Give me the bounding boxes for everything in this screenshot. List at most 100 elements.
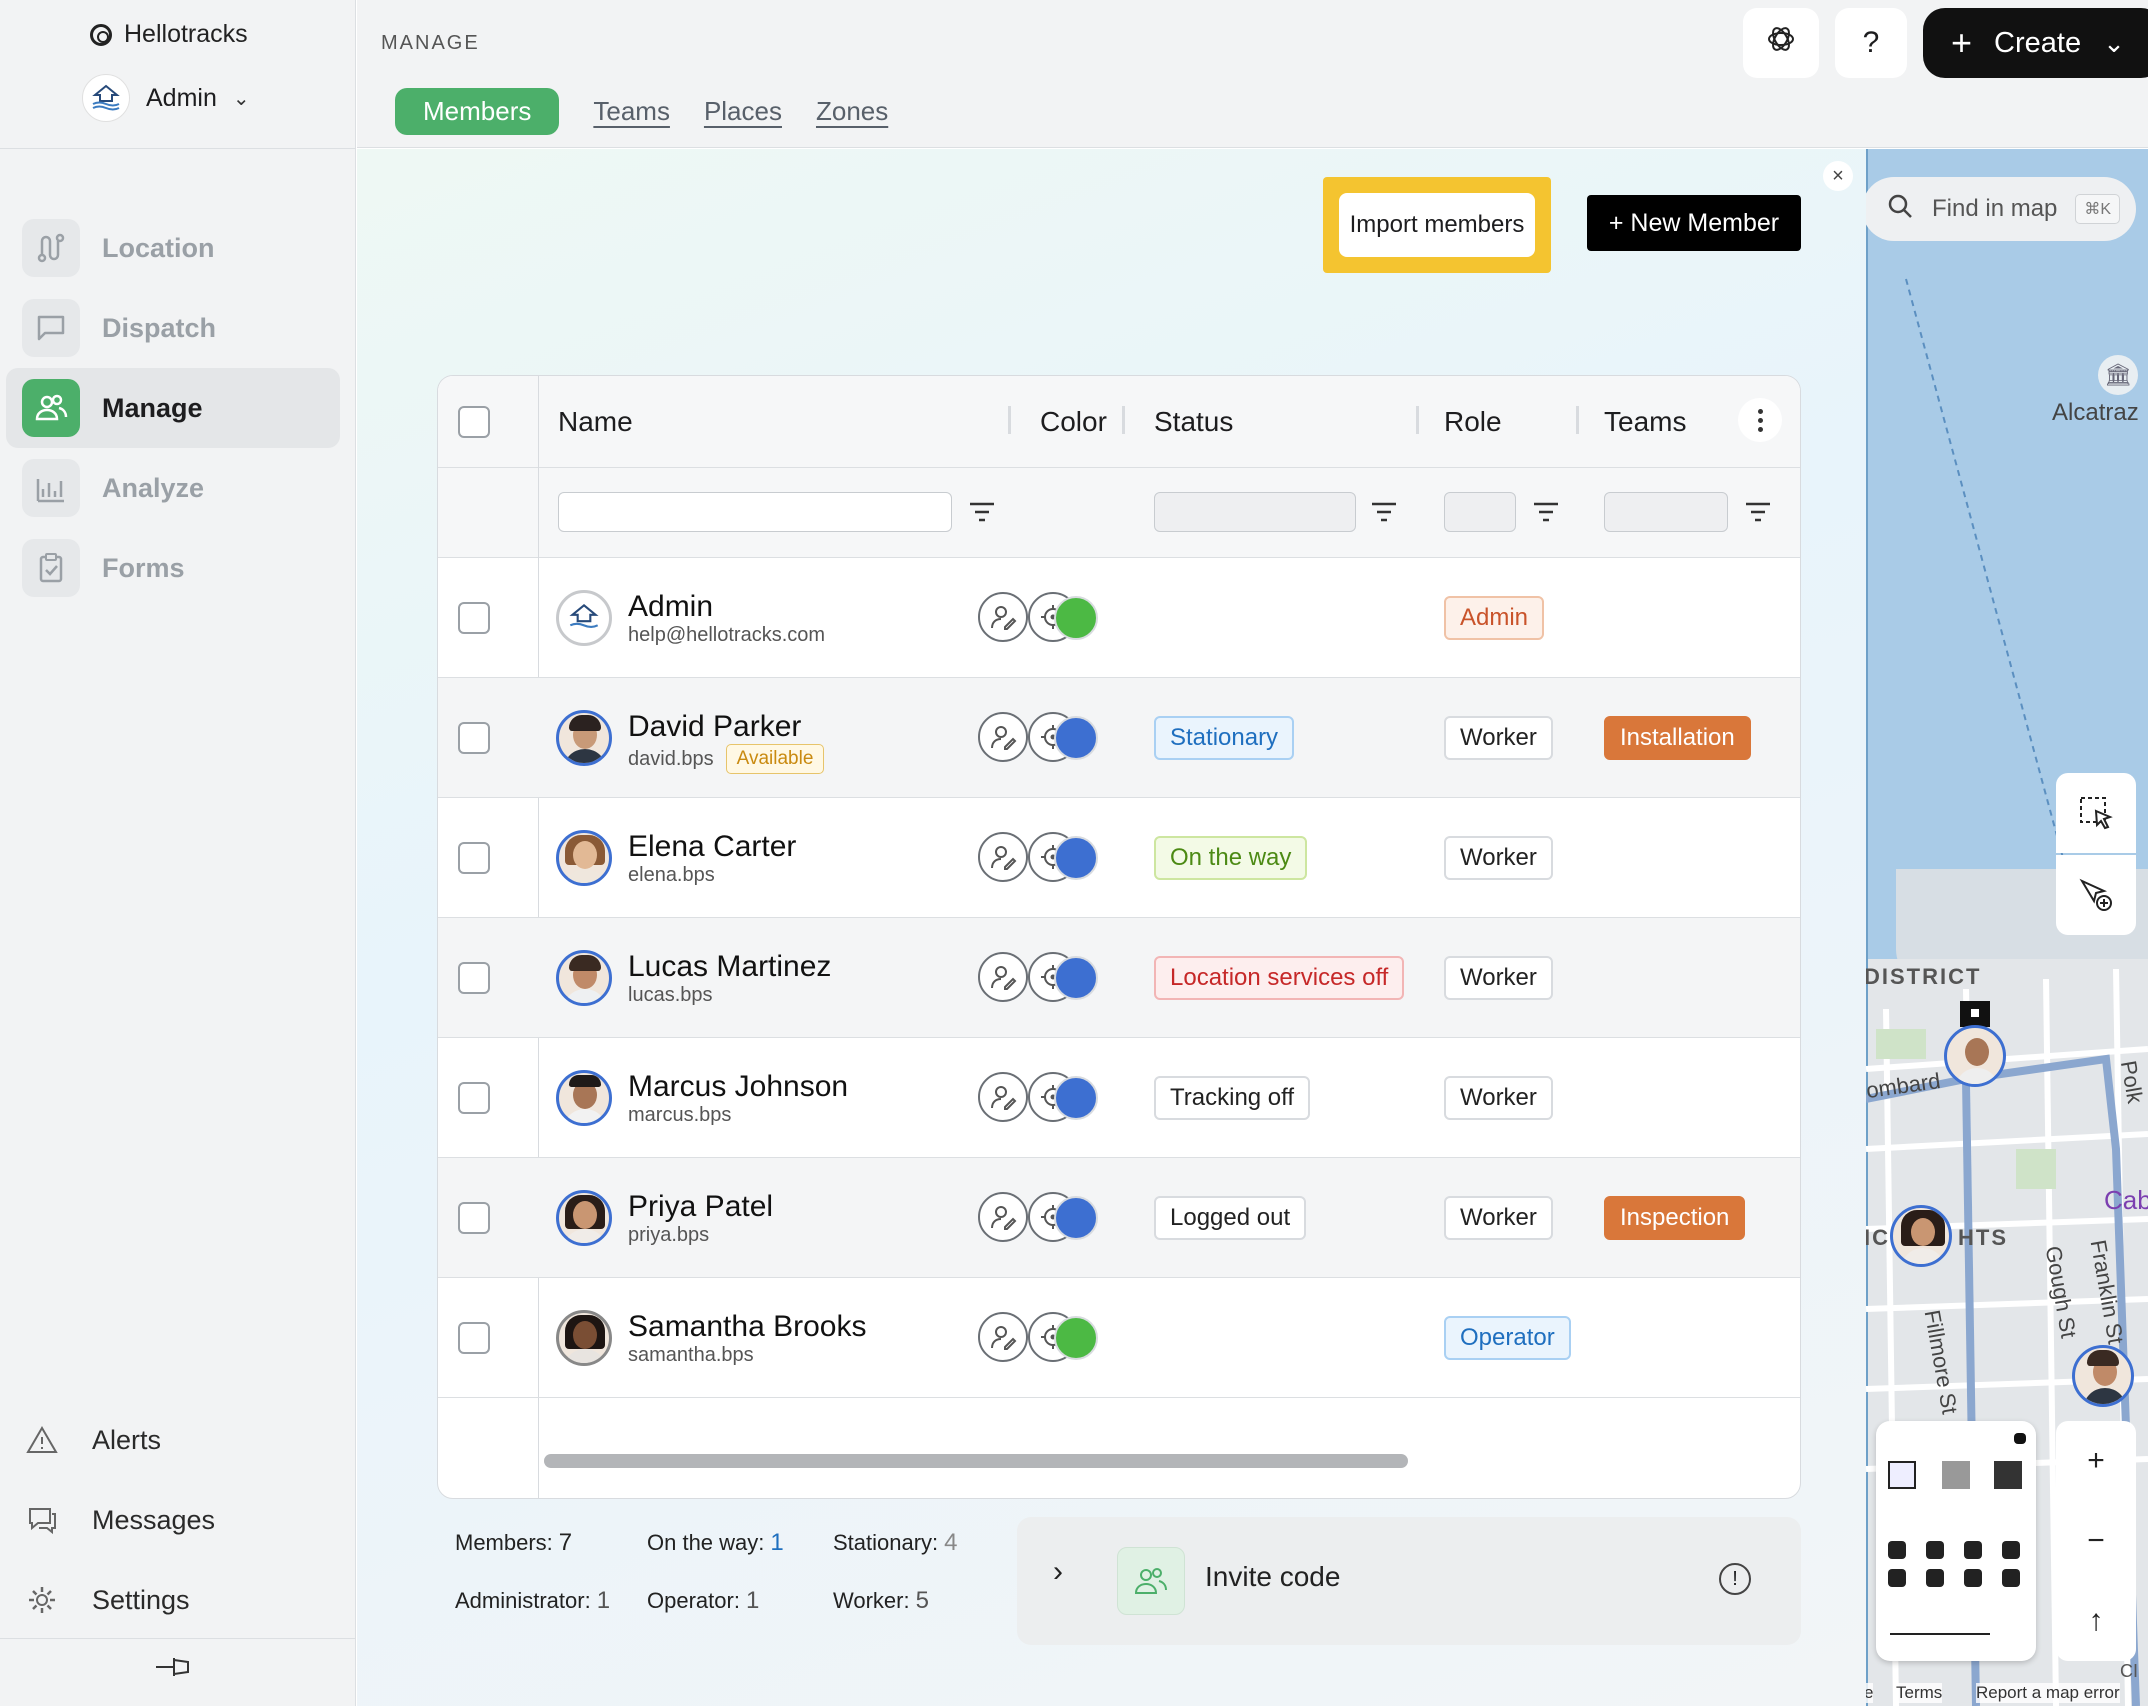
column-resizer[interactable]: [1122, 406, 1125, 434]
map-style-thumb[interactable]: [1942, 1461, 1970, 1489]
color-swatch[interactable]: [1054, 596, 1098, 640]
table-row[interactable]: Marcus Johnson marcus.bps Tracking off W…: [438, 1038, 1800, 1158]
color-swatch[interactable]: [1054, 1196, 1098, 1240]
map-style-thumb[interactable]: [1994, 1461, 2022, 1489]
table-row[interactable]: Lucas Martinez lucas.bps Location servic…: [438, 918, 1800, 1038]
avatar: [556, 1070, 612, 1126]
sidebar-item-forms[interactable]: Forms: [6, 528, 340, 608]
member-name[interactable]: Lucas Martinez: [628, 950, 831, 984]
table-row[interactable]: Priya Patel priya.bps Logged out Worker …: [438, 1158, 1800, 1278]
column-resizer[interactable]: [1576, 406, 1579, 434]
member-name[interactable]: Marcus Johnson: [628, 1070, 848, 1104]
filter-icon[interactable]: [968, 500, 996, 529]
column-header-name[interactable]: Name: [558, 406, 633, 438]
edit-member-icon[interactable]: [978, 712, 1028, 762]
member-name[interactable]: David Parker: [628, 710, 801, 744]
tab-teams[interactable]: Teams: [593, 90, 670, 133]
edit-member-icon[interactable]: [978, 1312, 1028, 1362]
member-name[interactable]: Elena Carter: [628, 830, 796, 864]
row-checkbox[interactable]: [458, 722, 490, 754]
sidebar-item-analyze[interactable]: Analyze: [6, 448, 340, 528]
member-name[interactable]: Samantha Brooks: [628, 1310, 866, 1344]
pin-sidebar-icon[interactable]: [154, 1652, 194, 1687]
compass-icon[interactable]: ↑: [2056, 1581, 2136, 1661]
member-map-pin[interactable]: [2072, 1345, 2134, 1407]
column-header-color[interactable]: Color: [1040, 406, 1107, 438]
tab-members[interactable]: Members: [395, 88, 560, 135]
sidebar-item-settings[interactable]: Settings: [22, 1560, 215, 1640]
shortcut-hint: ⌘K: [2075, 194, 2121, 224]
filter-icon[interactable]: [1370, 500, 1398, 529]
color-swatch[interactable]: [1054, 956, 1098, 1000]
table-row[interactable]: Samantha Brooks samantha.bps Operator: [438, 1278, 1800, 1398]
close-panel-icon[interactable]: ×: [1823, 161, 1853, 191]
zoom-in-button[interactable]: +: [2056, 1421, 2136, 1501]
edit-member-icon[interactable]: [978, 952, 1028, 1002]
member-name[interactable]: Priya Patel: [628, 1190, 773, 1224]
row-checkbox[interactable]: [458, 602, 490, 634]
member-map-pin[interactable]: [1890, 1205, 1952, 1267]
map-layers-panel[interactable]: [1876, 1421, 2036, 1661]
import-members-button[interactable]: Import members: [1339, 193, 1535, 257]
column-header-role[interactable]: Role: [1444, 406, 1502, 438]
edit-member-icon[interactable]: [978, 832, 1028, 882]
column-resizer[interactable]: [1008, 406, 1011, 434]
filter-icon[interactable]: [1532, 500, 1560, 529]
sidebar-item-messages[interactable]: Messages: [22, 1480, 215, 1560]
terms-link[interactable]: Terms: [1896, 1683, 1943, 1703]
sidebar-item-alerts[interactable]: Alerts: [22, 1400, 215, 1480]
select-area-icon[interactable]: [2056, 773, 2136, 853]
ai-assistant-button[interactable]: [1743, 8, 1819, 78]
icon-size-slider[interactable]: [1890, 1633, 1990, 1635]
teams-filter-input[interactable]: [1604, 492, 1728, 532]
table-row[interactable]: Admin help@hellotracks.com Admin: [438, 558, 1800, 678]
message-icon: [22, 1505, 62, 1535]
role-filter-input[interactable]: [1444, 492, 1516, 532]
zoom-out-button[interactable]: −: [2056, 1501, 2136, 1581]
member-map-pin[interactable]: [1944, 1025, 2006, 1087]
color-swatch[interactable]: [1054, 716, 1098, 760]
color-swatch[interactable]: [1054, 836, 1098, 880]
org-switcher[interactable]: Admin ⌄: [82, 74, 250, 122]
color-swatch[interactable]: [1054, 1316, 1098, 1360]
sidebar-item-dispatch[interactable]: Dispatch: [6, 288, 340, 368]
edit-member-icon[interactable]: [978, 1072, 1028, 1122]
sidebar-item-manage[interactable]: Manage: [6, 368, 340, 448]
add-place-icon[interactable]: [2056, 855, 2136, 935]
map-search-input[interactable]: Find in map: [1932, 195, 2057, 223]
map-search[interactable]: Find in map ⌘K: [1866, 177, 2136, 241]
horizontal-scrollbar[interactable]: [544, 1454, 1408, 1468]
chevron-right-icon[interactable]: ›: [1053, 1555, 1063, 1589]
edit-member-icon[interactable]: [978, 592, 1028, 642]
column-header-status[interactable]: Status: [1154, 406, 1233, 438]
color-swatch[interactable]: [1054, 1076, 1098, 1120]
row-checkbox[interactable]: [458, 842, 490, 874]
create-button[interactable]: + Create ⌄: [1923, 8, 2148, 78]
member-name[interactable]: Admin: [628, 590, 713, 624]
edit-member-icon[interactable]: [978, 1192, 1028, 1242]
tab-places[interactable]: Places: [704, 90, 782, 133]
row-checkbox[interactable]: [458, 962, 490, 994]
table-row[interactable]: Elena Carter elena.bps On the way Worker: [438, 798, 1800, 918]
column-options-icon[interactable]: [1738, 398, 1782, 442]
select-all-checkbox[interactable]: [458, 406, 490, 438]
invite-code-panel[interactable]: › Invite code !: [1017, 1517, 1801, 1645]
row-checkbox[interactable]: [458, 1322, 490, 1354]
report-map-error-link[interactable]: Report a map error: [1976, 1683, 2120, 1703]
help-button[interactable]: ?: [1835, 8, 1907, 78]
map-style-thumb[interactable]: [1888, 1461, 1916, 1489]
column-resizer[interactable]: [1416, 406, 1419, 434]
row-checkbox[interactable]: [458, 1202, 490, 1234]
row-checkbox[interactable]: [458, 1082, 490, 1114]
filter-icon[interactable]: [1744, 500, 1772, 529]
new-member-button[interactable]: + New Member: [1587, 195, 1801, 251]
status-filter-input[interactable]: [1154, 492, 1356, 532]
map-view[interactable]: Find in map ⌘K 🏛 Alcatraz DISTRICT ombar…: [1866, 149, 2148, 1706]
tab-zones[interactable]: Zones: [816, 90, 888, 133]
sidebar-item-location[interactable]: Location: [6, 208, 340, 288]
column-header-teams[interactable]: Teams: [1604, 406, 1686, 438]
name-filter-input[interactable]: [558, 492, 952, 532]
brand[interactable]: Hellotracks: [90, 20, 248, 49]
info-icon[interactable]: !: [1719, 1563, 1751, 1595]
table-row[interactable]: David Parker david.bps Available Stationa…: [438, 678, 1800, 798]
